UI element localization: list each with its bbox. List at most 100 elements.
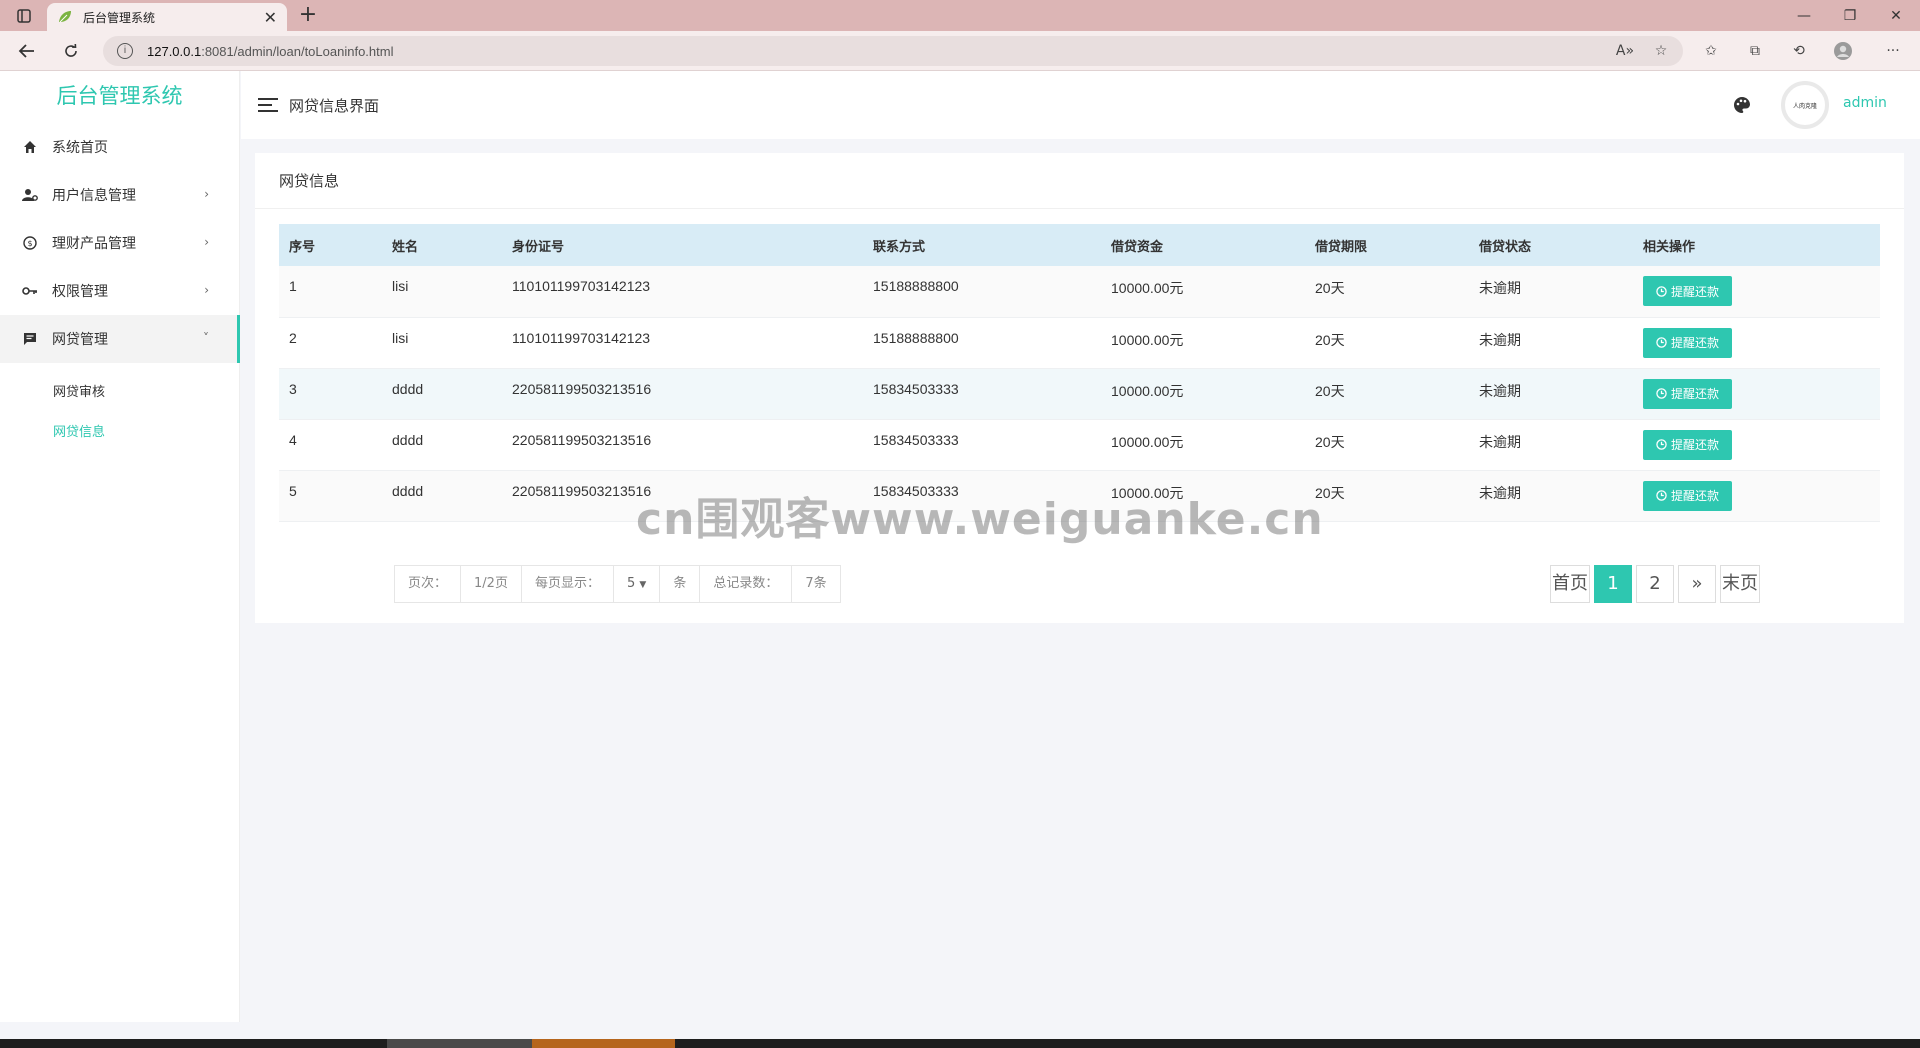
per-page-select[interactable]: 5 ▼ — [614, 566, 661, 602]
table-row: 4 dddd 220581199503213516 15834503333 10… — [279, 419, 1880, 471]
col-id: 身份证号 — [512, 239, 565, 255]
table-row: 3 dddd 220581199503213516 15834503333 10… — [279, 368, 1880, 420]
url-field[interactable]: i 127.0.0.1:8081/admin/loan/toLoaninfo.h… — [103, 36, 1683, 66]
col-status: 借贷状态 — [1479, 239, 1532, 255]
sidebar-item-products[interactable]: $ 理财产品管理 › — [0, 219, 239, 267]
home-icon — [22, 139, 38, 155]
cell-id: 110101199703142123 — [502, 317, 863, 369]
restore-button[interactable]: ❐ — [1828, 0, 1872, 31]
next-page-button[interactable]: » — [1678, 565, 1716, 603]
brand-title: 后台管理系统 — [56, 84, 183, 108]
chevron-right-icon: › — [204, 187, 209, 201]
add-favorite-icon[interactable]: ☆ — [1648, 39, 1674, 63]
total-value: 7条 — [805, 576, 827, 591]
sidebar-item-permissions[interactable]: 权限管理 › — [0, 267, 239, 315]
remind-repay-button[interactable]: 提醒还款 — [1643, 378, 1733, 409]
col-name: 姓名 — [392, 239, 419, 255]
col-phone: 联系方式 — [873, 239, 926, 255]
cell-status: 未逾期 — [1469, 266, 1633, 318]
tab-actions-button[interactable] — [10, 6, 38, 26]
last-page-button[interactable]: 末页 — [1720, 565, 1760, 603]
cell-no: 2 — [279, 317, 382, 369]
palette-icon[interactable] — [1733, 96, 1751, 114]
remind-repay-label: 提醒还款 — [1671, 438, 1720, 452]
cell-actions: 提醒还款 — [1633, 266, 1880, 318]
svg-text:$: $ — [27, 239, 32, 248]
page-button-2[interactable]: 2 — [1636, 565, 1674, 603]
sidebar-item-users[interactable]: 用户信息管理 › — [0, 171, 239, 219]
cell-id: 220581199503213516 — [502, 470, 863, 522]
chevron-down-icon: ˅ — [203, 331, 209, 345]
site-info-icon[interactable]: i — [117, 43, 133, 59]
sidebar-subitem-loan-review[interactable]: 网贷审核 — [0, 373, 239, 413]
more-menu-icon[interactable]: ··· — [1880, 39, 1906, 63]
history-icon[interactable]: ⟲ — [1786, 39, 1812, 63]
sidebar-item-label: 网贷管理 — [52, 332, 108, 348]
close-tab-icon[interactable]: ✕ — [264, 8, 277, 27]
per-page-label: 每页显示： — [522, 566, 614, 602]
sidebar-item-loans[interactable]: 网贷管理 ˅ — [0, 315, 240, 363]
taskbar-app[interactable] — [532, 1039, 675, 1048]
url-host: 127.0.0.1 — [147, 43, 202, 59]
sidebar-item-label: 权限管理 — [52, 284, 108, 300]
remind-repay-label: 提醒还款 — [1671, 336, 1720, 350]
coin-icon: $ — [22, 235, 38, 251]
cell-id: 220581199503213516 — [502, 419, 863, 471]
collections-icon[interactable]: ⧉ — [1742, 39, 1768, 63]
col-amount: 借贷资金 — [1111, 239, 1164, 255]
clock-icon — [1656, 388, 1667, 399]
per-page-unit: 条 — [660, 566, 701, 602]
sidebar-item-label: 理财产品管理 — [52, 236, 136, 252]
cell-no: 4 — [279, 419, 382, 471]
table-row: 2 lisi 110101199703142123 15188888800 10… — [279, 317, 1880, 369]
page-button-1[interactable]: 1 — [1594, 565, 1632, 603]
minimize-button[interactable]: — — [1782, 0, 1826, 31]
cell-no: 1 — [279, 266, 382, 318]
menu-toggle-icon[interactable] — [258, 97, 278, 113]
url-path: :8081/admin/loan/toLoaninfo.html — [201, 43, 394, 59]
cell-actions: 提醒还款 — [1633, 470, 1880, 522]
cell-term: 20天 — [1305, 266, 1469, 318]
remind-repay-button[interactable]: 提醒还款 — [1643, 327, 1733, 358]
read-aloud-icon[interactable]: A» — [1612, 39, 1638, 63]
refresh-button[interactable] — [58, 39, 84, 63]
sidebar-item-label: 用户信息管理 — [52, 188, 136, 204]
cell-name: lisi — [382, 317, 502, 369]
cell-id: 110101199703142123 — [502, 266, 863, 318]
username[interactable]: admin — [1843, 95, 1887, 111]
cell-id: 220581199503213516 — [502, 368, 863, 420]
sidebar-item-home[interactable]: 系统首页 — [0, 123, 239, 171]
clock-icon — [1656, 285, 1667, 297]
remind-repay-button[interactable]: 提醒还款 — [1643, 276, 1733, 306]
cell-no: 3 — [279, 368, 382, 420]
back-button[interactable] — [14, 39, 40, 63]
cell-term: 20天 — [1305, 317, 1469, 369]
chevron-right-icon: › — [204, 235, 209, 249]
close-window-button[interactable]: ✕ — [1874, 0, 1918, 31]
cell-amount: 10000.00元 — [1101, 317, 1305, 369]
loan-info-card: 网贷信息 序号 姓名 身份证号 联系方式 借贷资金 借贷期限 借贷状态 相关操作… — [255, 153, 1904, 623]
favorites-icon[interactable]: ✩ — [1698, 39, 1724, 63]
cell-term: 20天 — [1305, 470, 1469, 522]
taskbar-app[interactable] — [387, 1039, 532, 1048]
browser-tab[interactable]: 后台管理系统 ✕ — [47, 3, 287, 31]
loans-submenu: 网贷审核 网贷信息 — [0, 363, 239, 453]
remind-repay-button[interactable]: 提醒还款 — [1643, 480, 1733, 511]
page-label: 页次： — [395, 566, 462, 602]
new-tab-button[interactable]: + — [296, 4, 320, 28]
avatar[interactable]: 人肉克隆 — [1781, 81, 1829, 129]
cell-status: 未逾期 — [1469, 419, 1633, 471]
per-page-value: 5 — [626, 576, 636, 591]
sidebar-subitem-loan-info[interactable]: 网贷信息 — [0, 413, 239, 453]
cell-amount: 10000.00元 — [1101, 266, 1305, 318]
sidebar-toggle-icon — [17, 9, 31, 23]
cell-term: 20天 — [1305, 368, 1469, 420]
col-actions: 相关操作 — [1643, 239, 1696, 255]
profile-avatar-icon — [1834, 42, 1852, 60]
browser-tab-bar: 后台管理系统 ✕ + — ❐ ✕ — [0, 0, 1920, 31]
profile-icon[interactable] — [1830, 39, 1856, 63]
cell-name: dddd — [382, 368, 502, 420]
remind-repay-button[interactable]: 提醒还款 — [1643, 429, 1733, 460]
first-page-button[interactable]: 首页 — [1550, 565, 1590, 603]
sidebar-item-label: 系统首页 — [52, 140, 108, 156]
